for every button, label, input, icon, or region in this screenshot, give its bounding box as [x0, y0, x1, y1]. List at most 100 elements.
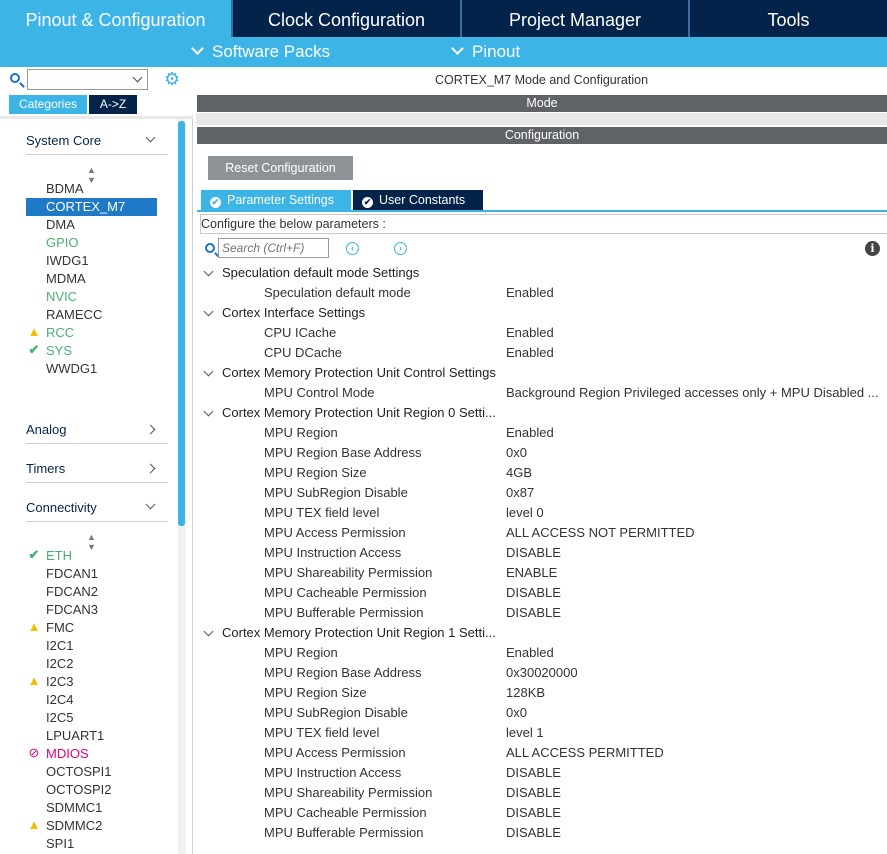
list-item[interactable]: RAMECC [26, 306, 157, 324]
parameter-row[interactable]: MPU Control Mode Background Region Privil… [196, 383, 887, 403]
alphabetical-toggle[interactable]: A->Z [89, 95, 137, 114]
list-item[interactable]: ▲ I2C3 [26, 673, 157, 691]
list-item[interactable]: ✔ SYS [26, 342, 157, 360]
parameter-value[interactable]: 0x30020000 [506, 663, 886, 683]
splitter[interactable] [196, 113, 887, 125]
list-item[interactable]: ▲ FMC [26, 619, 157, 637]
parameter-value[interactable]: 4GB [506, 463, 886, 483]
parameter-value[interactable]: ALL ACCESS PERMITTED [506, 743, 886, 763]
list-item[interactable]: FDCAN3 [26, 601, 157, 619]
list-item[interactable]: I2C5 [26, 709, 157, 727]
next-icon[interactable]: › [394, 242, 407, 255]
list-item[interactable]: ⊘ MDIOS [26, 745, 157, 763]
chevron-down-icon[interactable] [132, 72, 143, 83]
parameter-group-row[interactable]: Cortex Memory Protection Unit Region 1 S… [196, 623, 887, 643]
parameter-row[interactable]: MPU Shareability Permission ENABLE [196, 563, 887, 583]
parameter-value[interactable]: DISABLE [506, 583, 886, 603]
chevron-down-icon[interactable] [203, 266, 214, 277]
parameter-value[interactable]: DISABLE [506, 543, 886, 563]
parameter-value[interactable]: DISABLE [506, 823, 886, 843]
info-icon[interactable]: i [865, 241, 880, 256]
parameter-row[interactable]: MPU Region Enabled [196, 423, 887, 443]
scrollbar-thumb[interactable] [178, 121, 185, 526]
list-item[interactable]: OCTOSPI2 [26, 781, 157, 799]
parameter-value[interactable]: DISABLE [506, 603, 886, 623]
parameter-row[interactable]: MPU Bufferable Permission DISABLE [196, 603, 887, 623]
parameter-group-row[interactable]: Speculation default mode Settings [196, 263, 887, 283]
parameter-value[interactable]: Enabled [506, 643, 886, 663]
tab-user-constants[interactable]: ✔ User Constants [353, 190, 483, 210]
tab-pinout-configuration[interactable]: Pinout & Configuration [0, 0, 231, 37]
previous-icon[interactable]: ‹ [346, 242, 359, 255]
software-packs-menu[interactable]: Software Packs [191, 40, 330, 64]
parameter-value[interactable]: DISABLE [506, 763, 886, 783]
parameter-row[interactable]: CPU ICache Enabled [196, 323, 887, 343]
list-item[interactable]: NVIC [26, 288, 157, 306]
parameter-value[interactable]: Enabled [506, 423, 886, 443]
categories-toggle[interactable]: Categories [9, 95, 87, 114]
list-item[interactable]: ✔ ETH [26, 547, 157, 565]
parameter-row[interactable]: MPU Bufferable Permission DISABLE [196, 823, 887, 843]
category-search-combobox[interactable] [27, 69, 148, 90]
parameter-row[interactable]: CPU DCache Enabled [196, 343, 887, 363]
parameter-value[interactable]: 0x0 [506, 703, 886, 723]
tab-tools[interactable]: Tools [688, 0, 887, 37]
tab-clock-configuration[interactable]: Clock Configuration [231, 0, 460, 37]
parameter-row[interactable]: MPU Access Permission ALL ACCESS PERMITTE… [196, 743, 887, 763]
chevron-down-icon[interactable] [203, 306, 214, 317]
parameter-row[interactable]: MPU TEX field level level 1 [196, 723, 887, 743]
list-item[interactable]: GPIO [26, 234, 157, 252]
parameter-row[interactable]: MPU TEX field level level 0 [196, 503, 887, 523]
pinout-menu[interactable]: Pinout [451, 40, 520, 64]
parameter-value[interactable]: 0x0 [506, 443, 886, 463]
parameter-row[interactable]: MPU Region Base Address 0x30020000 [196, 663, 887, 683]
section-connectivity[interactable]: Connectivity [26, 498, 168, 522]
tab-project-manager[interactable]: Project Manager [460, 0, 688, 37]
parameter-row[interactable]: MPU SubRegion Disable 0x87 [196, 483, 887, 503]
parameter-row[interactable]: Speculation default mode Enabled [196, 283, 887, 303]
list-item[interactable]: ▲ SDMMC2 [26, 817, 157, 835]
parameter-row[interactable]: MPU Cacheable Permission DISABLE [196, 583, 887, 603]
list-item[interactable]: I2C1 [26, 637, 157, 655]
parameter-group-row[interactable]: Cortex Memory Protection Unit Region 0 S… [196, 403, 887, 423]
parameter-value[interactable]: ENABLE [506, 563, 886, 583]
list-item[interactable]: WWDG1 [26, 360, 157, 378]
mode-header[interactable]: Mode [197, 95, 887, 112]
list-item[interactable]: SPI1 [26, 835, 157, 853]
reset-configuration-button[interactable]: Reset Configuration [208, 156, 353, 180]
parameter-row[interactable]: MPU Shareability Permission DISABLE [196, 783, 887, 803]
parameter-value[interactable]: Enabled [506, 323, 886, 343]
section-timers[interactable]: Timers [26, 459, 168, 483]
parameter-row[interactable]: MPU Region Enabled [196, 643, 887, 663]
section-system-core[interactable]: System Core [26, 131, 168, 155]
list-item[interactable]: I2C4 [26, 691, 157, 709]
parameter-row[interactable]: MPU Region Size 128KB [196, 683, 887, 703]
parameter-value[interactable]: ALL ACCESS NOT PERMITTED [506, 523, 886, 543]
list-item[interactable]: LPUART1 [26, 727, 157, 745]
parameter-value[interactable]: Background Region Privileged accesses on… [506, 383, 886, 403]
parameter-value[interactable]: level 0 [506, 503, 886, 523]
parameter-value[interactable]: DISABLE [506, 783, 886, 803]
parameter-value[interactable]: Enabled [506, 283, 886, 303]
parameter-row[interactable]: MPU Region Base Address 0x0 [196, 443, 887, 463]
list-item[interactable]: IWDG1 [26, 252, 157, 270]
section-analog[interactable]: Analog [26, 420, 168, 444]
parameter-value[interactable]: Enabled [506, 343, 886, 363]
chevron-down-icon[interactable] [203, 366, 214, 377]
parameter-row[interactable]: MPU SubRegion Disable 0x0 [196, 703, 887, 723]
chevron-down-icon[interactable] [203, 406, 214, 417]
list-item[interactable]: I2C2 [26, 655, 157, 673]
parameter-search-input[interactable] [218, 238, 329, 258]
list-item[interactable]: FDCAN1 [26, 565, 157, 583]
gear-icon[interactable]: ⚙ [164, 69, 180, 89]
chevron-down-icon[interactable] [203, 626, 214, 637]
parameter-value[interactable]: level 1 [506, 723, 886, 743]
parameter-value[interactable]: 128KB [506, 683, 886, 703]
parameter-value[interactable]: 0x87 [506, 483, 886, 503]
parameter-row[interactable]: MPU Instruction Access DISABLE [196, 543, 887, 563]
list-item[interactable]: FDCAN2 [26, 583, 157, 601]
tab-parameter-settings[interactable]: ✔ Parameter Settings [201, 190, 351, 210]
parameter-value[interactable]: DISABLE [506, 803, 886, 823]
list-item[interactable]: DMA [26, 216, 157, 234]
parameter-row[interactable]: MPU Cacheable Permission DISABLE [196, 803, 887, 823]
